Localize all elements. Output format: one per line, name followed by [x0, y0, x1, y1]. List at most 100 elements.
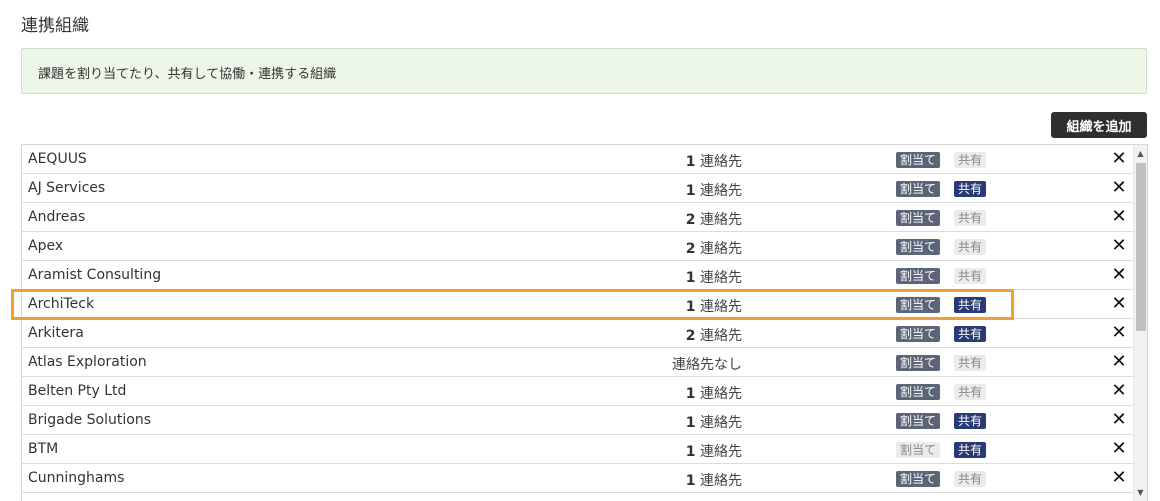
table-row[interactable]: Cunninghams 1 連絡先 割当て 共有 ✕: [22, 464, 1147, 493]
table-row[interactable]: AJ Services 1 連絡先 割当て 共有 ✕: [22, 174, 1147, 203]
contacts-link[interactable]: 1 連絡先: [602, 412, 742, 432]
contacts-label: 連絡先: [700, 473, 742, 489]
assign-toggle[interactable]: 割当て: [896, 181, 941, 197]
assign-toggle[interactable]: 割当て: [896, 413, 941, 429]
info-banner: 課題を割り当てたり、共有して協働・連携する組織: [21, 48, 1147, 94]
contacts-label: 連絡先: [700, 444, 742, 460]
organization-name[interactable]: ArchiTeck: [28, 296, 94, 312]
contacts-label: 連絡先: [700, 241, 742, 257]
contacts-link[interactable]: 1 連絡先: [602, 383, 742, 403]
share-toggle[interactable]: 共有: [954, 413, 987, 429]
organization-name[interactable]: BTM: [28, 441, 58, 457]
contact-count: 2: [685, 212, 696, 228]
organization-name[interactable]: AJ Services: [28, 180, 105, 196]
contacts-link[interactable]: 2 連絡先: [602, 238, 742, 258]
organization-list: AEQUUS 1 連絡先 割当て 共有 ✕ AJ Services 1 連絡先 割当て 共有 ✕ A…: [22, 145, 1147, 493]
contacts-link[interactable]: 1 連絡先: [602, 441, 742, 461]
page-title: 連携組織: [21, 16, 89, 36]
contact-count: 1: [685, 299, 696, 315]
delete-icon[interactable]: ✕: [1110, 236, 1128, 256]
share-toggle[interactable]: 共有: [954, 152, 987, 168]
contact-count: 1: [685, 270, 696, 286]
contacts-label: 連絡先: [700, 328, 742, 344]
contact-count: 2: [685, 241, 696, 257]
assign-toggle[interactable]: 割当て: [896, 152, 941, 168]
delete-icon[interactable]: ✕: [1110, 439, 1128, 459]
table-row[interactable]: BTM 1 連絡先 割当て 共有 ✕: [22, 435, 1147, 464]
contacts-label: 連絡先: [700, 299, 742, 315]
assign-toggle[interactable]: 割当て: [896, 355, 941, 371]
scroll-down-arrow-icon[interactable]: ▼: [1134, 486, 1147, 500]
contacts-label: 連絡先: [700, 154, 742, 170]
table-row[interactable]: Atlas Exploration 連絡先なし 割当て 共有 ✕: [22, 348, 1147, 377]
table-row[interactable]: ArchiTeck 1 連絡先 割当て 共有 ✕: [22, 290, 1147, 319]
assign-toggle[interactable]: 割当て: [896, 210, 941, 226]
delete-icon[interactable]: ✕: [1110, 178, 1128, 198]
share-toggle[interactable]: 共有: [954, 268, 987, 284]
assign-toggle[interactable]: 割当て: [896, 268, 941, 284]
info-text: 課題を割り当てたり、共有して協働・連携する組織: [38, 67, 337, 82]
share-toggle[interactable]: 共有: [954, 239, 987, 255]
delete-icon[interactable]: ✕: [1110, 207, 1128, 227]
assign-toggle[interactable]: 割当て: [896, 442, 941, 458]
scrollbar[interactable]: ▲ ▼: [1133, 145, 1147, 501]
delete-icon[interactable]: ✕: [1110, 149, 1128, 169]
share-toggle[interactable]: 共有: [954, 355, 987, 371]
table-row[interactable]: AEQUUS 1 連絡先 割当て 共有 ✕: [22, 145, 1147, 174]
contact-count: 1: [685, 444, 696, 460]
delete-icon[interactable]: ✕: [1110, 468, 1128, 488]
contacts-link[interactable]: 連絡先なし: [602, 354, 742, 374]
share-toggle[interactable]: 共有: [954, 181, 987, 197]
delete-icon[interactable]: ✕: [1110, 265, 1128, 285]
organization-table: AEQUUS 1 連絡先 割当て 共有 ✕ AJ Services 1 連絡先 割当て 共有 ✕ A…: [21, 144, 1148, 501]
contacts-label: 連絡先: [700, 212, 742, 228]
contacts-link[interactable]: 1 連絡先: [602, 180, 742, 200]
table-row[interactable]: Aramist Consulting 1 連絡先 割当て 共有 ✕: [22, 261, 1147, 290]
delete-icon[interactable]: ✕: [1110, 323, 1128, 343]
share-toggle[interactable]: 共有: [954, 442, 987, 458]
table-row[interactable]: Apex 2 連絡先 割当て 共有 ✕: [22, 232, 1147, 261]
add-organization-button[interactable]: 組織を追加: [1051, 112, 1147, 138]
organization-name[interactable]: Belten Pty Ltd: [28, 383, 126, 399]
contact-count: 2: [685, 328, 696, 344]
delete-icon[interactable]: ✕: [1110, 352, 1128, 372]
table-row[interactable]: Brigade Solutions 1 連絡先 割当て 共有 ✕: [22, 406, 1147, 435]
delete-icon[interactable]: ✕: [1110, 410, 1128, 430]
assign-toggle[interactable]: 割当て: [896, 297, 941, 313]
share-toggle[interactable]: 共有: [954, 326, 987, 342]
contact-count: 1: [685, 154, 696, 170]
share-toggle[interactable]: 共有: [954, 210, 987, 226]
contacts-link[interactable]: 1 連絡先: [602, 296, 742, 316]
organization-name[interactable]: Brigade Solutions: [28, 412, 151, 428]
delete-icon[interactable]: ✕: [1110, 294, 1128, 314]
contact-count: 1: [685, 183, 696, 199]
delete-icon[interactable]: ✕: [1110, 381, 1128, 401]
contacts-link[interactable]: 1 連絡先: [602, 151, 742, 171]
assign-toggle[interactable]: 割当て: [896, 326, 941, 342]
organization-name[interactable]: Andreas: [28, 209, 85, 225]
assign-toggle[interactable]: 割当て: [896, 471, 941, 487]
scroll-thumb[interactable]: [1136, 163, 1146, 331]
organization-name[interactable]: Aramist Consulting: [28, 267, 161, 283]
organization-name[interactable]: AEQUUS: [28, 151, 87, 167]
share-toggle[interactable]: 共有: [954, 384, 987, 400]
contacts-link[interactable]: 1 連絡先: [602, 470, 742, 490]
assign-toggle[interactable]: 割当て: [896, 384, 941, 400]
contacts-label: 連絡先: [700, 415, 742, 431]
contacts-label: 連絡先: [700, 386, 742, 402]
organization-name[interactable]: Apex: [28, 238, 63, 254]
contacts-link[interactable]: 2 連絡先: [602, 325, 742, 345]
contacts-link[interactable]: 1 連絡先: [602, 267, 742, 287]
organization-name[interactable]: Arkitera: [28, 325, 84, 341]
scroll-up-arrow-icon[interactable]: ▲: [1134, 147, 1147, 161]
table-row[interactable]: Arkitera 2 連絡先 割当て 共有 ✕: [22, 319, 1147, 348]
organization-name[interactable]: Cunninghams: [28, 470, 124, 486]
organization-name[interactable]: Atlas Exploration: [28, 354, 147, 370]
table-row[interactable]: Andreas 2 連絡先 割当て 共有 ✕: [22, 203, 1147, 232]
table-row[interactable]: Belten Pty Ltd 1 連絡先 割当て 共有 ✕: [22, 377, 1147, 406]
share-toggle[interactable]: 共有: [954, 297, 987, 313]
assign-toggle[interactable]: 割当て: [896, 239, 941, 255]
share-toggle[interactable]: 共有: [954, 471, 987, 487]
contacts-link[interactable]: 2 連絡先: [602, 209, 742, 229]
contacts-label: 連絡先: [700, 270, 742, 286]
